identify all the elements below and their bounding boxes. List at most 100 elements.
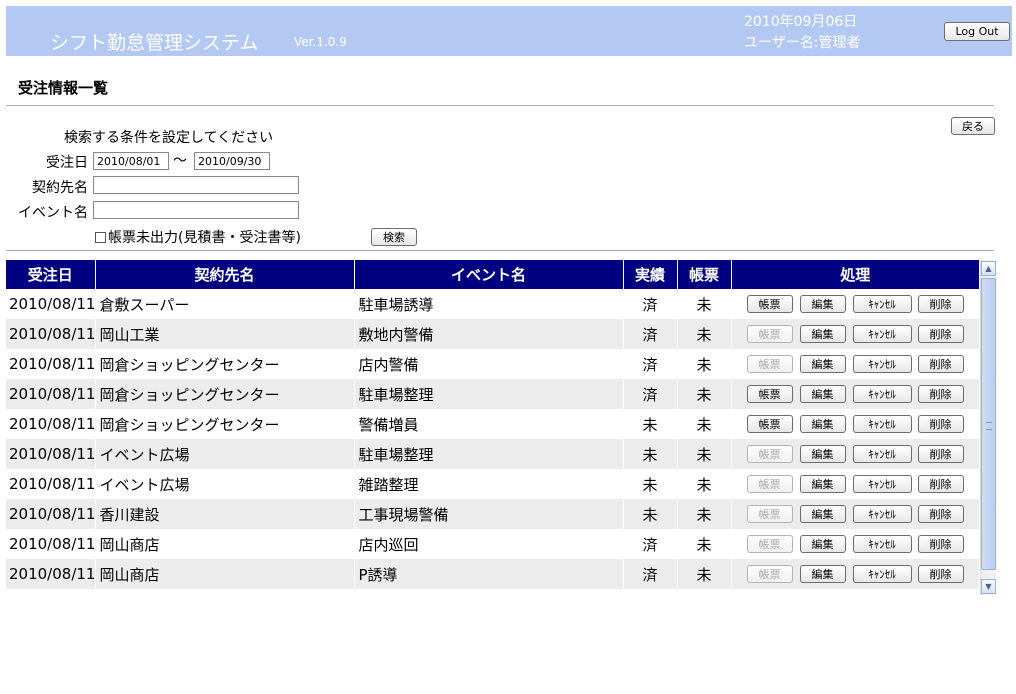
edit-button[interactable]: 編集 <box>799 475 846 493</box>
actions-cell: 帳票 編集 ｷｬﾝｾﾙ 削除 <box>731 499 979 529</box>
order-date-cell: 2010/08/11 <box>6 559 96 589</box>
back-button[interactable]: 戻る <box>951 117 995 135</box>
cancel-button[interactable]: ｷｬﾝｾﾙ <box>852 475 912 493</box>
date-range-tilde: 〜 <box>173 153 187 169</box>
cancel-button[interactable]: ｷｬﾝｾﾙ <box>852 385 912 403</box>
document-button: 帳票 <box>746 475 793 493</box>
delete-button[interactable]: 削除 <box>917 295 964 313</box>
header-user: ユーザー名:管理者 <box>744 35 861 51</box>
col-document: 帳票 <box>677 260 732 289</box>
order-date-cell: 2010/08/11 <box>6 319 96 349</box>
customer-cell: 岡山商店 <box>95 529 355 559</box>
cancel-button[interactable]: ｷｬﾝｾﾙ <box>852 565 912 583</box>
scroll-thumb[interactable] <box>981 278 996 570</box>
unprinted-filter[interactable]: 帳票未出力(見積書・受注書等) <box>95 227 301 247</box>
delete-button[interactable]: 削除 <box>917 445 964 463</box>
document-button: 帳票 <box>746 355 793 373</box>
result-cell: 済 <box>623 529 678 559</box>
document-button: 帳票 <box>746 445 793 463</box>
table-row: 2010/08/11 岡倉ショッピングセンター 警備増員未未帳票 編集 ｷｬﾝｾﾙ 削除 <box>6 409 979 439</box>
col-event: イベント名 <box>354 260 624 289</box>
table-row: 2010/08/11 岡山商店 店内巡回済未帳票 編集 ｷｬﾝｾﾙ 削除 <box>6 529 979 559</box>
event-name-label: イベント名 <box>18 205 88 221</box>
divider <box>6 250 994 251</box>
edit-button[interactable]: 編集 <box>799 535 846 553</box>
cancel-button[interactable]: ｷｬﾝｾﾙ <box>852 535 912 553</box>
table-row: 2010/08/11 香川建設 工事現場警備未未帳票 編集 ｷｬﾝｾﾙ 削除 <box>6 499 979 529</box>
customer-cell: 岡倉ショッピングセンター <box>95 379 355 409</box>
order-date-cell: 2010/08/11 <box>6 469 96 499</box>
document-button[interactable]: 帳票 <box>746 385 793 403</box>
order-date-from-input[interactable] <box>93 152 169 170</box>
search-button[interactable]: 検索 <box>371 228 417 246</box>
scroll-up-icon[interactable]: ▲ <box>981 261 996 276</box>
unprinted-label: 帳票未出力(見積書・受注書等) <box>108 230 301 246</box>
table-scrollbar[interactable]: ▲ ▼ <box>980 260 996 595</box>
edit-button[interactable]: 編集 <box>799 565 846 583</box>
delete-button[interactable]: 削除 <box>917 385 964 403</box>
customer-cell: 岡山工業 <box>95 319 355 349</box>
grip-icon <box>986 422 992 430</box>
edit-button[interactable]: 編集 <box>799 325 846 343</box>
order-date-cell: 2010/08/11 <box>6 409 96 439</box>
event-name-input[interactable] <box>93 201 299 219</box>
cancel-button[interactable]: ｷｬﾝｾﾙ <box>852 505 912 523</box>
edit-button[interactable]: 編集 <box>799 505 846 523</box>
table-row: 2010/08/11 イベント広場 駐車場整理未未帳票 編集 ｷｬﾝｾﾙ 削除 <box>6 439 979 469</box>
result-cell: 済 <box>623 349 678 379</box>
customer-name-input[interactable] <box>93 176 299 194</box>
table-row: 2010/08/11 岡倉ショッピングセンター 駐車場整理済未帳票 編集 ｷｬﾝｾﾙ 削除 <box>6 379 979 409</box>
edit-button[interactable]: 編集 <box>799 295 846 313</box>
edit-button[interactable]: 編集 <box>799 445 846 463</box>
actions-cell: 帳票 編集 ｷｬﾝｾﾙ 削除 <box>731 409 979 439</box>
cancel-button[interactable]: ｷｬﾝｾﾙ <box>852 325 912 343</box>
document-status-cell: 未 <box>677 529 732 559</box>
result-cell: 済 <box>623 559 678 589</box>
event-cell: 警備増員 <box>354 409 624 439</box>
event-cell: 駐車場整理 <box>354 439 624 469</box>
delete-button[interactable]: 削除 <box>917 415 964 433</box>
cancel-button[interactable]: ｷｬﾝｾﾙ <box>852 445 912 463</box>
document-status-cell: 未 <box>677 499 732 529</box>
cancel-button[interactable]: ｷｬﾝｾﾙ <box>852 355 912 373</box>
edit-button[interactable]: 編集 <box>799 415 846 433</box>
edit-button[interactable]: 編集 <box>799 355 846 373</box>
event-cell: 工事現場警備 <box>354 499 624 529</box>
delete-button[interactable]: 削除 <box>917 475 964 493</box>
order-date-cell: 2010/08/11 <box>6 379 96 409</box>
edit-button[interactable]: 編集 <box>799 385 846 403</box>
order-date-cell: 2010/08/11 <box>6 289 96 319</box>
customer-cell: 岡山商店 <box>95 559 355 589</box>
result-cell: 未 <box>623 499 678 529</box>
app-version: Ver.1.0.9 <box>294 35 347 49</box>
col-order-date: 受注日 <box>6 260 96 289</box>
logout-button[interactable]: Log Out <box>944 22 1010 41</box>
event-cell: 駐車場誘導 <box>354 289 624 319</box>
unprinted-checkbox[interactable] <box>95 231 106 243</box>
delete-button[interactable]: 削除 <box>917 535 964 553</box>
app-title: シフト勤怠管理システム <box>50 32 259 54</box>
scroll-down-icon[interactable]: ▼ <box>981 579 996 594</box>
delete-button[interactable]: 削除 <box>917 505 964 523</box>
table-row: 2010/08/11 イベント広場 雑踏整理未未帳票 編集 ｷｬﾝｾﾙ 削除 <box>6 469 979 499</box>
cancel-button[interactable]: ｷｬﾝｾﾙ <box>852 415 912 433</box>
document-button[interactable]: 帳票 <box>746 415 793 433</box>
event-cell: P誘導 <box>354 559 624 589</box>
delete-button[interactable]: 削除 <box>917 325 964 343</box>
actions-cell: 帳票 編集 ｷｬﾝｾﾙ 削除 <box>731 469 979 499</box>
cancel-button[interactable]: ｷｬﾝｾﾙ <box>852 295 912 313</box>
document-button[interactable]: 帳票 <box>746 295 793 313</box>
order-date-to-input[interactable] <box>194 152 270 170</box>
result-cell: 未 <box>623 469 678 499</box>
document-status-cell: 未 <box>677 439 732 469</box>
document-status-cell: 未 <box>677 289 732 319</box>
order-date-cell: 2010/08/11 <box>6 349 96 379</box>
header-date: 2010年09月06日 <box>744 14 858 30</box>
app-header: シフト勤怠管理システム Ver.1.0.9 2010年09月06日 ユーザー名:… <box>6 6 1012 56</box>
table-row: 2010/08/11 倉敷スーパー 駐車場誘導済未帳票 編集 ｷｬﾝｾﾙ 削除 <box>6 289 979 319</box>
customer-cell: イベント広場 <box>95 439 355 469</box>
delete-button[interactable]: 削除 <box>917 355 964 373</box>
delete-button[interactable]: 削除 <box>917 565 964 583</box>
event-cell: 店内警備 <box>354 349 624 379</box>
document-status-cell: 未 <box>677 559 732 589</box>
